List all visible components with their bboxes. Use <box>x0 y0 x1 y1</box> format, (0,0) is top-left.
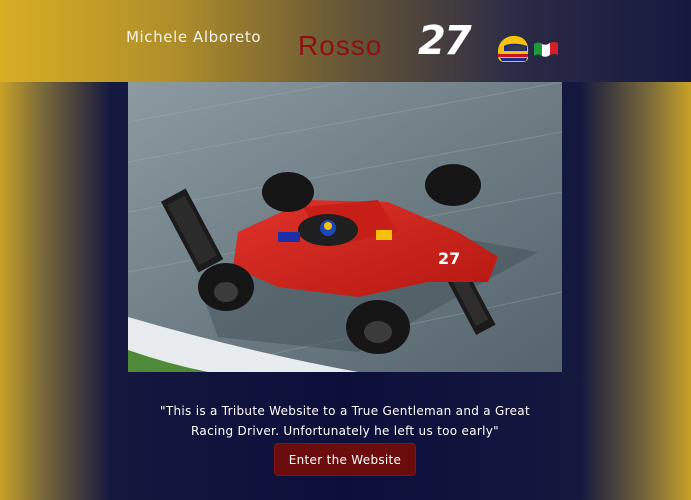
svg-text:27: 27 <box>438 249 460 268</box>
tribute-tagline: "This is a Tribute Website to a True Gen… <box>120 401 570 441</box>
brand-number: 27 <box>418 18 472 64</box>
helmet-icon <box>498 35 529 62</box>
italy-flag-icon <box>534 42 558 57</box>
hero-car-photo: 27 <box>128 82 562 372</box>
site-header: Michele Alboreto Rosso 27 <box>0 0 691 82</box>
tagline-line-1: "This is a Tribute Website to a True Gen… <box>160 404 530 418</box>
driver-name: Michele Alboreto <box>126 28 262 46</box>
brand-word: Rosso <box>298 30 383 61</box>
tagline-line-2: Racing Driver. Unfortunately he left us … <box>191 424 499 438</box>
enter-website-button[interactable]: Enter the Website <box>274 443 416 476</box>
